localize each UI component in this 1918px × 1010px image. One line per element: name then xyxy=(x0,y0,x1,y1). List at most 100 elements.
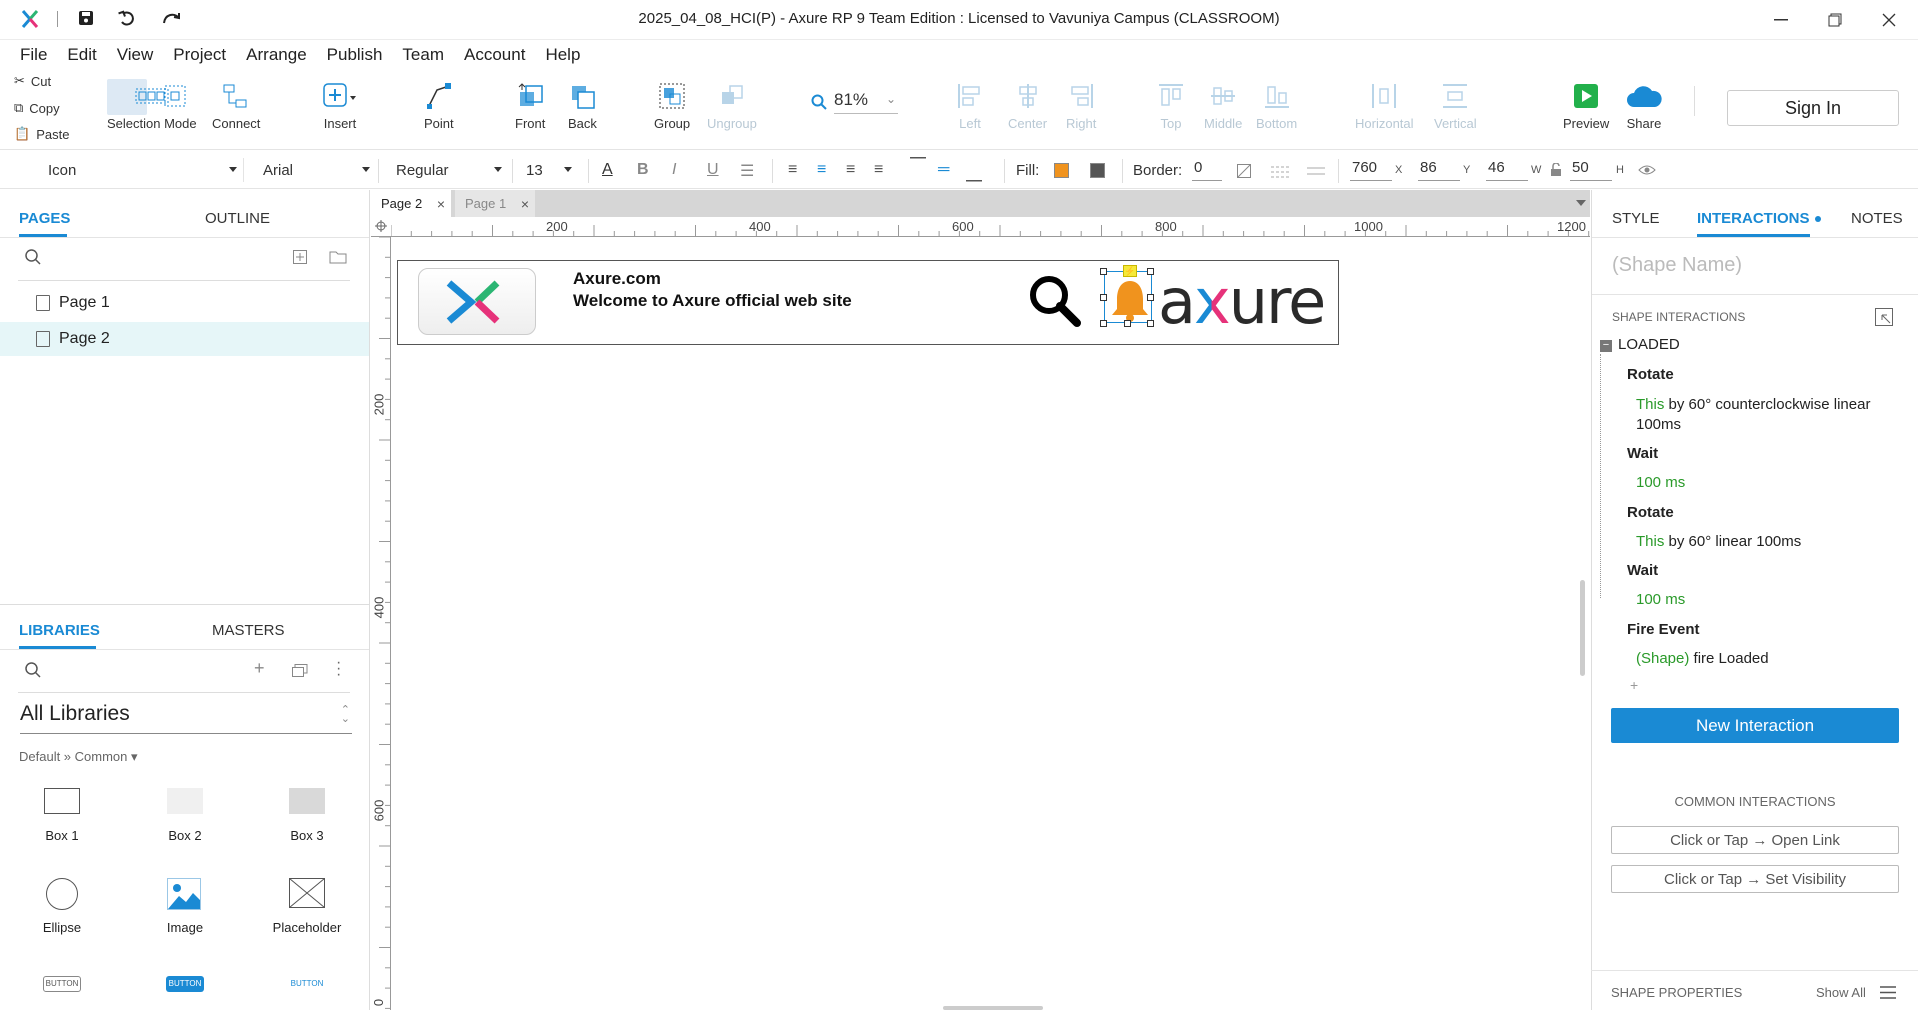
x-position-input[interactable]: 760 xyxy=(1350,159,1392,181)
visibility-eye-icon[interactable] xyxy=(1638,164,1656,176)
common-interaction-open-link-button[interactable]: Click or Tap → Open Link xyxy=(1611,826,1899,854)
bell-icon[interactable] xyxy=(1108,275,1152,323)
box3-thumbnail[interactable] xyxy=(289,788,325,814)
align-center-button[interactable]: Center xyxy=(1008,80,1047,131)
menu-view[interactable]: View xyxy=(107,45,164,65)
action-wait-value[interactable]: 100 ms xyxy=(1636,474,1685,491)
search-icon[interactable] xyxy=(1027,273,1083,329)
add-library-icon[interactable]: + xyxy=(254,658,265,679)
copy-button[interactable]: ⧉ Copy xyxy=(14,100,60,116)
close-tab-icon[interactable]: × xyxy=(437,196,445,212)
tab-notes[interactable]: NOTES xyxy=(1851,210,1903,227)
show-all-link[interactable]: Show All xyxy=(1816,985,1866,1000)
distribute-horizontal-button[interactable]: Horizontal xyxy=(1355,80,1414,131)
menu-account[interactable]: Account xyxy=(454,45,535,65)
arrow-style-icon[interactable] xyxy=(1307,164,1325,178)
resize-handle[interactable] xyxy=(1100,294,1107,301)
justify-text-icon[interactable]: ≡ xyxy=(874,161,883,179)
align-text-top-icon[interactable]: ⎺ xyxy=(910,157,926,175)
font-size-dropdown[interactable]: 13 xyxy=(518,158,578,182)
tab-outline[interactable]: OUTLINE xyxy=(205,210,270,227)
box2-thumbnail[interactable] xyxy=(167,788,203,814)
button-thumbnail[interactable]: BUTTON xyxy=(43,976,81,992)
connect-button[interactable]: Connect xyxy=(212,80,260,131)
distribute-vertical-button[interactable]: Vertical xyxy=(1434,80,1477,131)
shadow-swatch[interactable] xyxy=(1090,163,1105,178)
back-button[interactable]: Back xyxy=(568,80,597,131)
action-rotate-detail[interactable]: This by 60° linear 100ms xyxy=(1636,533,1801,550)
sign-in-button[interactable]: Sign In xyxy=(1727,90,1899,126)
align-left-button[interactable]: Left xyxy=(956,80,984,131)
vertical-scrollbar[interactable] xyxy=(1580,580,1585,676)
resize-handle[interactable] xyxy=(1147,320,1154,327)
align-text-left-icon[interactable]: ≡ xyxy=(788,161,797,179)
box1-thumbnail[interactable] xyxy=(44,788,80,814)
action-fire-event[interactable]: Fire Event xyxy=(1627,621,1700,638)
border-style-icon[interactable] xyxy=(1271,164,1289,178)
resize-handle[interactable] xyxy=(1147,294,1154,301)
shape-name-input[interactable]: (Shape Name) xyxy=(1612,254,1899,282)
resize-handle[interactable] xyxy=(1100,268,1107,275)
width-input[interactable]: 46 xyxy=(1486,159,1528,181)
action-rotate[interactable]: Rotate xyxy=(1627,366,1674,383)
close-tab-icon[interactable]: × xyxy=(521,196,529,212)
event-loaded[interactable]: LOADED xyxy=(1618,336,1680,353)
add-page-icon[interactable] xyxy=(293,250,307,264)
resize-handle[interactable] xyxy=(1124,320,1131,327)
search-icon[interactable] xyxy=(24,248,42,266)
doc-tab-page1[interactable]: Page 1 × xyxy=(455,190,535,217)
primary-button-thumbnail[interactable]: BUTTON xyxy=(166,976,204,992)
action-rotate-detail[interactable]: This by 60° counterclockwise linear 100ms xyxy=(1636,395,1906,435)
header-widget[interactable]: Axure.com Welcome to Axure official web … xyxy=(397,260,1339,345)
interaction-editor-icon[interactable] xyxy=(1875,308,1893,326)
action-wait[interactable]: Wait xyxy=(1627,445,1658,462)
new-interaction-button[interactable]: New Interaction xyxy=(1611,708,1899,743)
align-right-button[interactable]: Right xyxy=(1066,80,1096,131)
tab-style[interactable]: STYLE xyxy=(1612,210,1660,227)
zoom-select[interactable]: 81% ⌄ xyxy=(834,90,898,114)
menu-project[interactable]: Project xyxy=(163,45,236,65)
action-fire-event-detail[interactable]: (Shape) fire Loaded xyxy=(1636,650,1769,667)
bold-icon[interactable]: B xyxy=(637,161,649,179)
menu-file[interactable]: File xyxy=(10,45,57,65)
y-position-input[interactable]: 86 xyxy=(1418,159,1460,181)
preview-button[interactable]: Preview xyxy=(1563,80,1609,131)
lock-aspect-icon[interactable] xyxy=(1550,163,1562,177)
doc-tab-page2[interactable]: Page 2 × xyxy=(371,190,451,217)
italic-icon[interactable]: I xyxy=(672,161,676,179)
page-item-selected[interactable]: Page 2 xyxy=(0,322,369,356)
library-select[interactable]: All Libraries ⌃ ⌄ xyxy=(20,702,352,734)
close-icon[interactable] xyxy=(1867,0,1911,40)
align-top-button[interactable]: Top xyxy=(1157,80,1185,131)
menu-team[interactable]: Team xyxy=(392,45,454,65)
bullet-list-icon[interactable]: ☰ xyxy=(740,161,754,181)
insert-button[interactable]: Insert xyxy=(322,80,358,131)
align-text-bottom-icon[interactable]: ⎽ xyxy=(966,165,982,183)
more-vertical-icon[interactable]: · · · xyxy=(336,655,341,683)
minimize-icon[interactable] xyxy=(1759,0,1803,40)
align-middle-button[interactable]: Middle xyxy=(1204,80,1242,131)
underline-icon[interactable]: U xyxy=(707,161,719,179)
tab-overflow-chevron-icon[interactable] xyxy=(1576,200,1586,206)
restore-icon[interactable] xyxy=(1813,0,1857,40)
resize-handle[interactable] xyxy=(1147,268,1154,275)
cut-button[interactable]: ✂ Cut xyxy=(14,73,51,89)
add-action-icon[interactable]: + xyxy=(1630,677,1638,693)
align-text-middle-icon[interactable]: ═ xyxy=(938,161,949,179)
placeholder-thumbnail-icon[interactable] xyxy=(289,878,325,908)
axure-logo-image[interactable] xyxy=(418,268,536,335)
style-dropdown[interactable]: Icon xyxy=(14,158,244,182)
menu-lines-icon[interactable] xyxy=(1880,986,1896,999)
action-rotate[interactable]: Rotate xyxy=(1627,504,1674,521)
link-button-thumbnail[interactable]: BUTTON xyxy=(288,976,326,992)
group-button[interactable]: Group xyxy=(654,80,690,131)
front-button[interactable]: Front xyxy=(515,80,545,131)
paste-button[interactable]: 📋 Paste xyxy=(14,126,69,142)
menu-edit[interactable]: Edit xyxy=(57,45,106,65)
menu-publish[interactable]: Publish xyxy=(317,45,393,65)
tab-pages[interactable]: PAGES xyxy=(19,210,70,227)
menu-help[interactable]: Help xyxy=(535,45,590,65)
image-thumbnail-icon[interactable] xyxy=(167,878,201,910)
tab-interactions[interactable]: INTERACTIONS xyxy=(1697,210,1810,227)
collapse-icon[interactable]: − xyxy=(1600,340,1612,352)
